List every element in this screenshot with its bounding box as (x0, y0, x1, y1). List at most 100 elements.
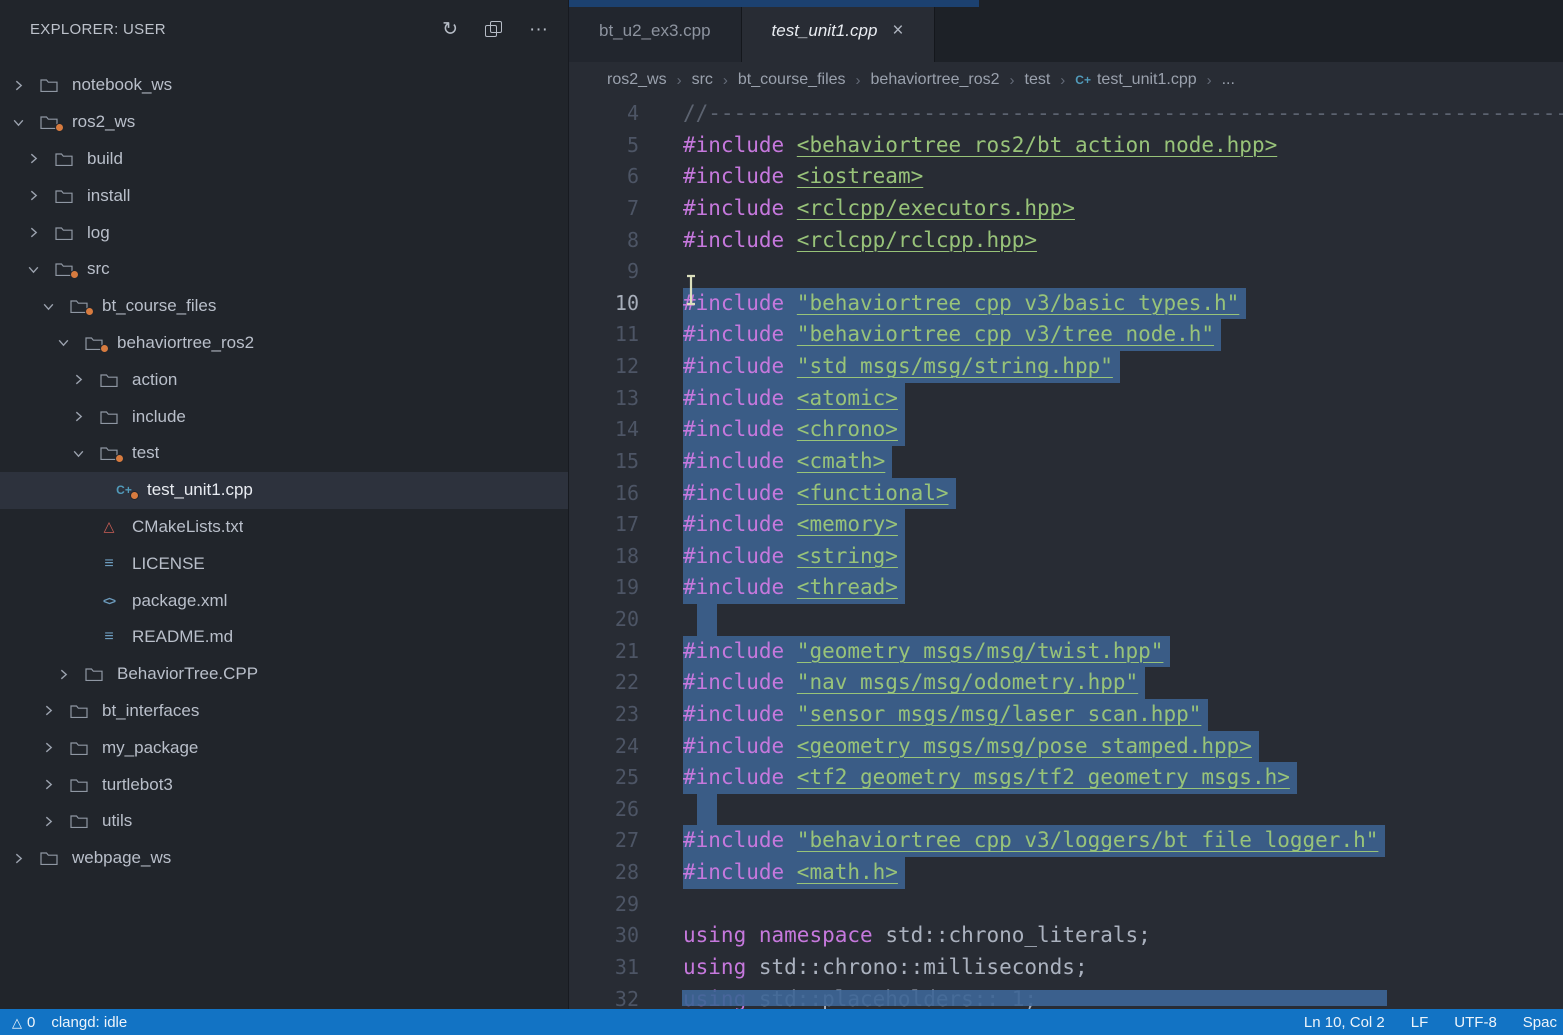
chevron-right-icon[interactable] (12, 852, 38, 865)
tree-folder-notebook_ws[interactable]: notebook_ws (0, 67, 568, 104)
tree-file-test_unit1.cpp[interactable]: C+test_unit1.cpp (0, 472, 568, 509)
status-clangd-idle[interactable]: clangd: idle (51, 1014, 127, 1031)
code-line-9[interactable]: 9 (569, 256, 1563, 288)
code-text[interactable]: #include "behaviortree_cpp_v3/basic_type… (683, 288, 1246, 320)
chevron-right-icon[interactable] (72, 410, 98, 423)
code-text[interactable]: #include <memory> (683, 509, 905, 541)
code-line-6[interactable]: 6#include <iostream> (569, 161, 1563, 193)
breadcrumb-item-test_unit1.cpp[interactable]: C+test_unit1.cpp (1075, 71, 1196, 89)
code-line-4[interactable]: 4//-------------------------------------… (569, 98, 1563, 130)
breadcrumb-item-ros2_ws[interactable]: ros2_ws (607, 71, 667, 89)
horizontal-scrollbar[interactable] (682, 990, 1387, 1006)
code-line-19[interactable]: 19#include <thread> (569, 572, 1563, 604)
code-text[interactable]: #include <tf2_geometry_msgs/tf2_geometry… (683, 762, 1297, 794)
tab-test_unit1.cpp[interactable]: test_unit1.cpp× (742, 0, 935, 62)
breadcrumb-item-bt_course_files[interactable]: bt_course_files (738, 71, 846, 89)
code-line-27[interactable]: 27#include "behaviortree_cpp_v3/loggers/… (569, 825, 1563, 857)
code-text[interactable]: #include "behaviortree_cpp_v3/tree_node.… (683, 319, 1221, 351)
code-line-29[interactable]: 29 (569, 889, 1563, 921)
code-line-25[interactable]: 25#include <tf2_geometry_msgs/tf2_geomet… (569, 762, 1563, 794)
chevron-down-icon[interactable] (27, 263, 53, 276)
code-text[interactable] (697, 604, 717, 636)
chevron-down-icon[interactable] (12, 116, 38, 129)
code-line-10[interactable]: 10#include "behaviortree_cpp_v3/basic_ty… (569, 288, 1563, 320)
code-text[interactable]: #include <atomic> (683, 383, 905, 415)
tree-folder-my_package[interactable]: my_package (0, 729, 568, 766)
breadcrumb-item-...[interactable]: ... (1222, 71, 1235, 89)
code-line-30[interactable]: 30using namespace std::chrono_literals; (569, 920, 1563, 952)
chevron-right-icon[interactable] (27, 152, 53, 165)
chevron-right-icon[interactable] (42, 741, 68, 754)
tree-folder-turtlebot3[interactable]: turtlebot3 (0, 766, 568, 803)
code-text[interactable] (697, 794, 717, 826)
code-line-23[interactable]: 23#include "sensor_msgs/msg/laser_scan.h… (569, 699, 1563, 731)
code-text[interactable]: #include <chrono> (683, 414, 905, 446)
refresh-icon[interactable]: ↻ (442, 20, 458, 39)
code-text[interactable]: #include "behaviortree_cpp_v3/loggers/bt… (683, 825, 1385, 857)
code-line-14[interactable]: 14#include <chrono> (569, 414, 1563, 446)
tree-folder-action[interactable]: action (0, 361, 568, 398)
chevron-down-icon[interactable] (72, 447, 98, 460)
code-line-24[interactable]: 24#include <geometry_msgs/msg/pose_stamp… (569, 731, 1563, 763)
code-text[interactable]: #include <string> (683, 541, 905, 573)
chevron-down-icon[interactable] (57, 336, 83, 349)
tree-folder-install[interactable]: install (0, 177, 568, 214)
code-line-21[interactable]: 21#include "geometry_msgs/msg/twist.hpp" (569, 636, 1563, 668)
chevron-down-icon[interactable] (42, 300, 68, 313)
tree-folder-BehaviorTree.CPP[interactable]: BehaviorTree.CPP (0, 656, 568, 693)
code-text[interactable]: #include <geometry_msgs/msg/pose_stamped… (683, 731, 1259, 763)
breadcrumb-item-behaviortree_ros2[interactable]: behaviortree_ros2 (871, 71, 1000, 89)
tree-folder-ros2_ws[interactable]: ros2_ws (0, 104, 568, 141)
chevron-right-icon[interactable] (42, 778, 68, 791)
code-line-20[interactable]: 20 (569, 604, 1563, 636)
code-text[interactable]: #include <behaviortree_ros2/bt_action_no… (683, 130, 1277, 162)
code-line-12[interactable]: 12#include "std_msgs/msg/string.hpp" (569, 351, 1563, 383)
status-lf[interactable]: LF (1411, 1014, 1429, 1031)
code-text[interactable]: #include <math.h> (683, 857, 905, 889)
collapse-folders-icon[interactable] (485, 21, 502, 38)
code-area[interactable]: 4//-------------------------------------… (569, 98, 1563, 1009)
tree-folder-src[interactable]: src (0, 251, 568, 288)
code-text[interactable]: #include <thread> (683, 572, 905, 604)
tree-file-LICENSE[interactable]: ≡LICENSE (0, 545, 568, 582)
chevron-right-icon[interactable] (27, 226, 53, 239)
tree-file-README.md[interactable]: ≡README.md (0, 619, 568, 656)
code-line-18[interactable]: 18#include <string> (569, 541, 1563, 573)
code-line-11[interactable]: 11#include "behaviortree_cpp_v3/tree_nod… (569, 319, 1563, 351)
tree-folder-webpage_ws[interactable]: webpage_ws (0, 840, 568, 877)
tree-folder-log[interactable]: log (0, 214, 568, 251)
breadcrumb-item-test[interactable]: test (1025, 71, 1051, 89)
code-line-22[interactable]: 22#include "nav_msgs/msg/odometry.hpp" (569, 667, 1563, 699)
tree-folder-test[interactable]: test (0, 435, 568, 472)
status-warning[interactable]: △0 (12, 1014, 35, 1031)
code-line-17[interactable]: 17#include <memory> (569, 509, 1563, 541)
code-text[interactable]: using namespace std::chrono_literals; (683, 920, 1151, 952)
code-text[interactable]: #include "sensor_msgs/msg/laser_scan.hpp… (683, 699, 1208, 731)
code-line-26[interactable]: 26 (569, 794, 1563, 826)
tree-file-package.xml[interactable]: <>package.xml (0, 582, 568, 619)
tree-folder-utils[interactable]: utils (0, 803, 568, 840)
chevron-right-icon[interactable] (42, 704, 68, 717)
chevron-right-icon[interactable] (72, 373, 98, 386)
tree-folder-include[interactable]: include (0, 398, 568, 435)
tree-folder-build[interactable]: build (0, 141, 568, 178)
tree-folder-bt_course_files[interactable]: bt_course_files (0, 288, 568, 325)
code-text[interactable]: #include "geometry_msgs/msg/twist.hpp" (683, 636, 1170, 668)
more-actions-icon[interactable]: ··· (529, 20, 548, 39)
close-icon[interactable]: × (892, 20, 903, 42)
status-ln-10-col-2[interactable]: Ln 10, Col 2 (1304, 1014, 1385, 1031)
tree-folder-bt_interfaces[interactable]: bt_interfaces (0, 693, 568, 730)
code-text[interactable]: using std::chrono::milliseconds; (683, 952, 1088, 984)
code-text[interactable]: #include "nav_msgs/msg/odometry.hpp" (683, 667, 1145, 699)
tab-bt_u2_ex3.cpp[interactable]: bt_u2_ex3.cpp (569, 0, 742, 62)
code-text[interactable]: #include <functional> (683, 478, 956, 510)
code-text[interactable]: #include <cmath> (683, 446, 892, 478)
code-line-31[interactable]: 31using std::chrono::milliseconds; (569, 952, 1563, 984)
tree-folder-behaviortree_ros2[interactable]: behaviortree_ros2 (0, 325, 568, 362)
status-spac[interactable]: Spac (1523, 1014, 1557, 1031)
breadcrumb-item-src[interactable]: src (692, 71, 713, 89)
code-text[interactable]: #include <rclcpp/rclcpp.hpp> (683, 225, 1037, 257)
code-line-28[interactable]: 28#include <math.h> (569, 857, 1563, 889)
tree-file-CMakeLists.txt[interactable]: △CMakeLists.txt (0, 509, 568, 546)
code-line-15[interactable]: 15#include <cmath> (569, 446, 1563, 478)
